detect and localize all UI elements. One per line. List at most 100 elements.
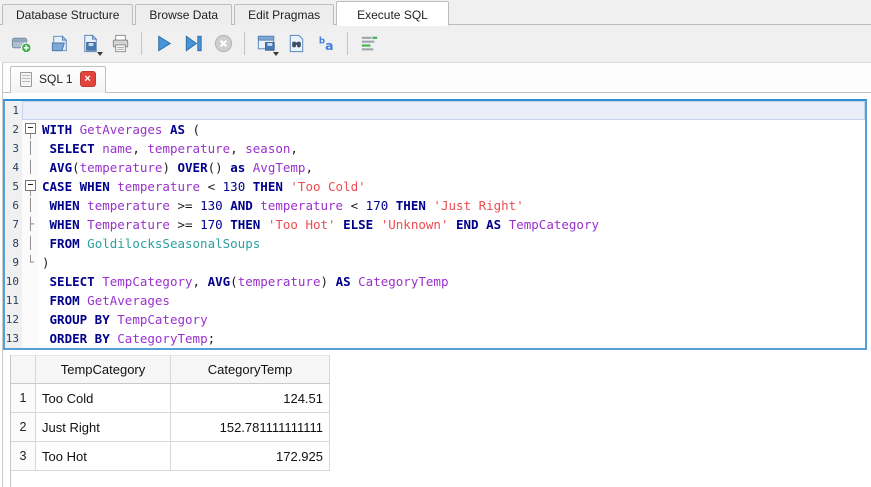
results-grid: TempCategory CategoryTemp 1 Too Cold 124.51… xyxy=(11,355,330,471)
sql-code-editor[interactable]: 1 2 WITH GetAverages AS ( 3 │ SELECT name, t… xyxy=(3,99,867,350)
fold-margin: └ xyxy=(26,255,35,269)
line-number: 8 xyxy=(12,237,19,250)
code-text[interactable]: CASE WHEN temperature < 130 THEN 'Too Co… xyxy=(39,177,865,196)
code-text[interactable]: SELECT TempCategory, AVG(temperature) AS… xyxy=(39,272,865,291)
tab-browse-data[interactable]: Browse Data xyxy=(135,4,233,25)
code-line[interactable]: 4 │ AVG(temperature) OVER() as AvgTemp, xyxy=(5,158,865,177)
column-header-categorytemp[interactable]: CategoryTemp xyxy=(170,355,330,384)
table-row: 3 Too Hot 172.925 xyxy=(11,441,330,471)
save-results-button[interactable] xyxy=(252,30,280,58)
cell[interactable]: 152.781111111111 xyxy=(170,412,330,442)
execute-sql-pane: SQL 1 × 1 2 WITH GetAverages AS (3 │ SELECT… xyxy=(2,62,871,487)
grid-corner-cell[interactable] xyxy=(11,355,36,384)
code-text[interactable] xyxy=(39,101,865,120)
code-text[interactable]: AVG(temperature) OVER() as AvgTemp, xyxy=(39,158,865,177)
code-text[interactable]: WHEN Temperature >= 170 THEN 'Too Hot' E… xyxy=(39,215,865,234)
fold-margin xyxy=(22,329,39,348)
close-tab-icon[interactable]: × xyxy=(79,71,96,87)
line-number: 5 xyxy=(12,180,19,193)
toolbar-separator xyxy=(141,32,142,55)
code-line[interactable]: 6 │ WHEN temperature >= 130 AND temperatu… xyxy=(5,196,865,215)
dropdown-arrow-icon[interactable] xyxy=(273,51,279,56)
query-history-button[interactable] xyxy=(355,30,383,58)
code-text[interactable]: SELECT name, temperature, season, xyxy=(39,139,865,158)
tab-database-structure[interactable]: Database Structure xyxy=(2,4,134,25)
code-line[interactable]: 1 xyxy=(5,101,865,120)
fold-collapse-icon[interactable] xyxy=(22,177,39,196)
code-line[interactable]: 12 GROUP BY TempCategory xyxy=(5,310,865,329)
sql-editor-tab-bar: SQL 1 × xyxy=(3,63,871,93)
results-grid-body: 1 Too Cold 124.51 2 Just Right 152.7811111111… xyxy=(11,383,330,471)
fold-collapse-icon[interactable] xyxy=(22,120,39,139)
code-text[interactable]: WITH GetAverages AS ( xyxy=(39,120,865,139)
line-number: 10 xyxy=(5,275,19,288)
fold-margin: │ xyxy=(26,160,35,174)
cell[interactable]: 172.925 xyxy=(170,441,330,471)
cell[interactable]: Too Cold xyxy=(35,383,171,413)
code-text[interactable]: WHEN temperature >= 130 AND temperature … xyxy=(39,196,865,215)
sql-editor-tab[interactable]: SQL 1 × xyxy=(10,66,106,93)
row-number[interactable]: 3 xyxy=(11,441,36,471)
open-sql-tab-button[interactable] xyxy=(7,30,35,58)
fold-margin: │ xyxy=(26,198,35,212)
code-text[interactable]: ) xyxy=(39,253,865,272)
code-line[interactable]: 7 ├ WHEN Temperature >= 170 THEN 'Too Hot… xyxy=(5,215,865,234)
code-line[interactable]: 11 FROM GetAverages xyxy=(5,291,865,310)
code-line[interactable]: 13 ORDER BY CategoryTemp; xyxy=(5,329,865,348)
results-grid-header: TempCategory CategoryTemp xyxy=(11,355,330,384)
code-line[interactable]: 3 │ SELECT name, temperature, season, xyxy=(5,139,865,158)
row-number[interactable]: 1 xyxy=(11,383,36,413)
format-sql-button[interactable]: ba xyxy=(312,30,340,58)
code-text[interactable]: FROM GoldilocksSeasonalSoups xyxy=(39,234,865,253)
line-number: 13 xyxy=(5,332,19,345)
fold-margin xyxy=(22,310,39,329)
cell[interactable]: Too Hot xyxy=(35,441,171,471)
tab-edit-pragmas[interactable]: Edit Pragmas xyxy=(234,4,335,25)
toolbar-separator xyxy=(244,32,245,55)
svg-text:b: b xyxy=(318,37,324,47)
cell[interactable]: Just Right xyxy=(35,412,171,442)
tab-execute-sql[interactable]: Execute SQL xyxy=(336,1,449,26)
line-number: 2 xyxy=(12,123,19,136)
print-button[interactable] xyxy=(106,30,134,58)
column-header-tempcategory[interactable]: TempCategory xyxy=(35,355,171,384)
execute-current-line-button[interactable] xyxy=(179,30,207,58)
fold-margin xyxy=(22,272,39,291)
code-text[interactable]: ORDER BY CategoryTemp; xyxy=(39,329,865,348)
code-line[interactable]: 9 └) xyxy=(5,253,865,272)
sql-tab-label: SQL 1 xyxy=(39,72,73,86)
line-number: 4 xyxy=(12,161,19,174)
code-line[interactable]: 2 WITH GetAverages AS ( xyxy=(5,120,865,139)
fold-margin: ├ xyxy=(26,217,35,231)
toolbar: ba xyxy=(0,25,871,62)
cell[interactable]: 124.51 xyxy=(170,383,330,413)
open-sql-file-button[interactable] xyxy=(46,30,74,58)
save-sql-file-button[interactable] xyxy=(76,30,104,58)
line-number: 6 xyxy=(12,199,19,212)
fold-margin xyxy=(22,101,39,120)
line-number: 3 xyxy=(12,142,19,155)
toolbar-separator xyxy=(347,32,348,55)
code-line[interactable]: 8 │ FROM GoldilocksSeasonalSoups xyxy=(5,234,865,253)
row-number[interactable]: 2 xyxy=(11,412,36,442)
line-number: 11 xyxy=(5,294,19,307)
document-icon xyxy=(20,71,32,87)
results-panel: TempCategory CategoryTemp 1 Too Cold 124.51… xyxy=(10,355,871,487)
code-line[interactable]: 10 SELECT TempCategory, AVG(temperature)… xyxy=(5,272,865,291)
find-button[interactable] xyxy=(282,30,310,58)
code-text[interactable]: FROM GetAverages xyxy=(39,291,865,310)
code-line[interactable]: 5 CASE WHEN temperature < 130 THEN 'Too C… xyxy=(5,177,865,196)
fold-margin xyxy=(22,291,39,310)
execute-all-button[interactable] xyxy=(149,30,177,58)
fold-margin: │ xyxy=(26,236,35,250)
code-text[interactable]: GROUP BY TempCategory xyxy=(39,310,865,329)
dropdown-arrow-icon[interactable] xyxy=(97,51,103,56)
table-row: 2 Just Right 152.781111111111 xyxy=(11,412,330,442)
line-number: 9 xyxy=(12,256,19,269)
line-number: 7 xyxy=(12,218,19,231)
stop-button[interactable] xyxy=(209,30,237,58)
fold-margin: │ xyxy=(26,141,35,155)
svg-text:a: a xyxy=(325,38,333,53)
table-row: 1 Too Cold 124.51 xyxy=(11,383,330,413)
line-number: 1 xyxy=(12,104,19,117)
